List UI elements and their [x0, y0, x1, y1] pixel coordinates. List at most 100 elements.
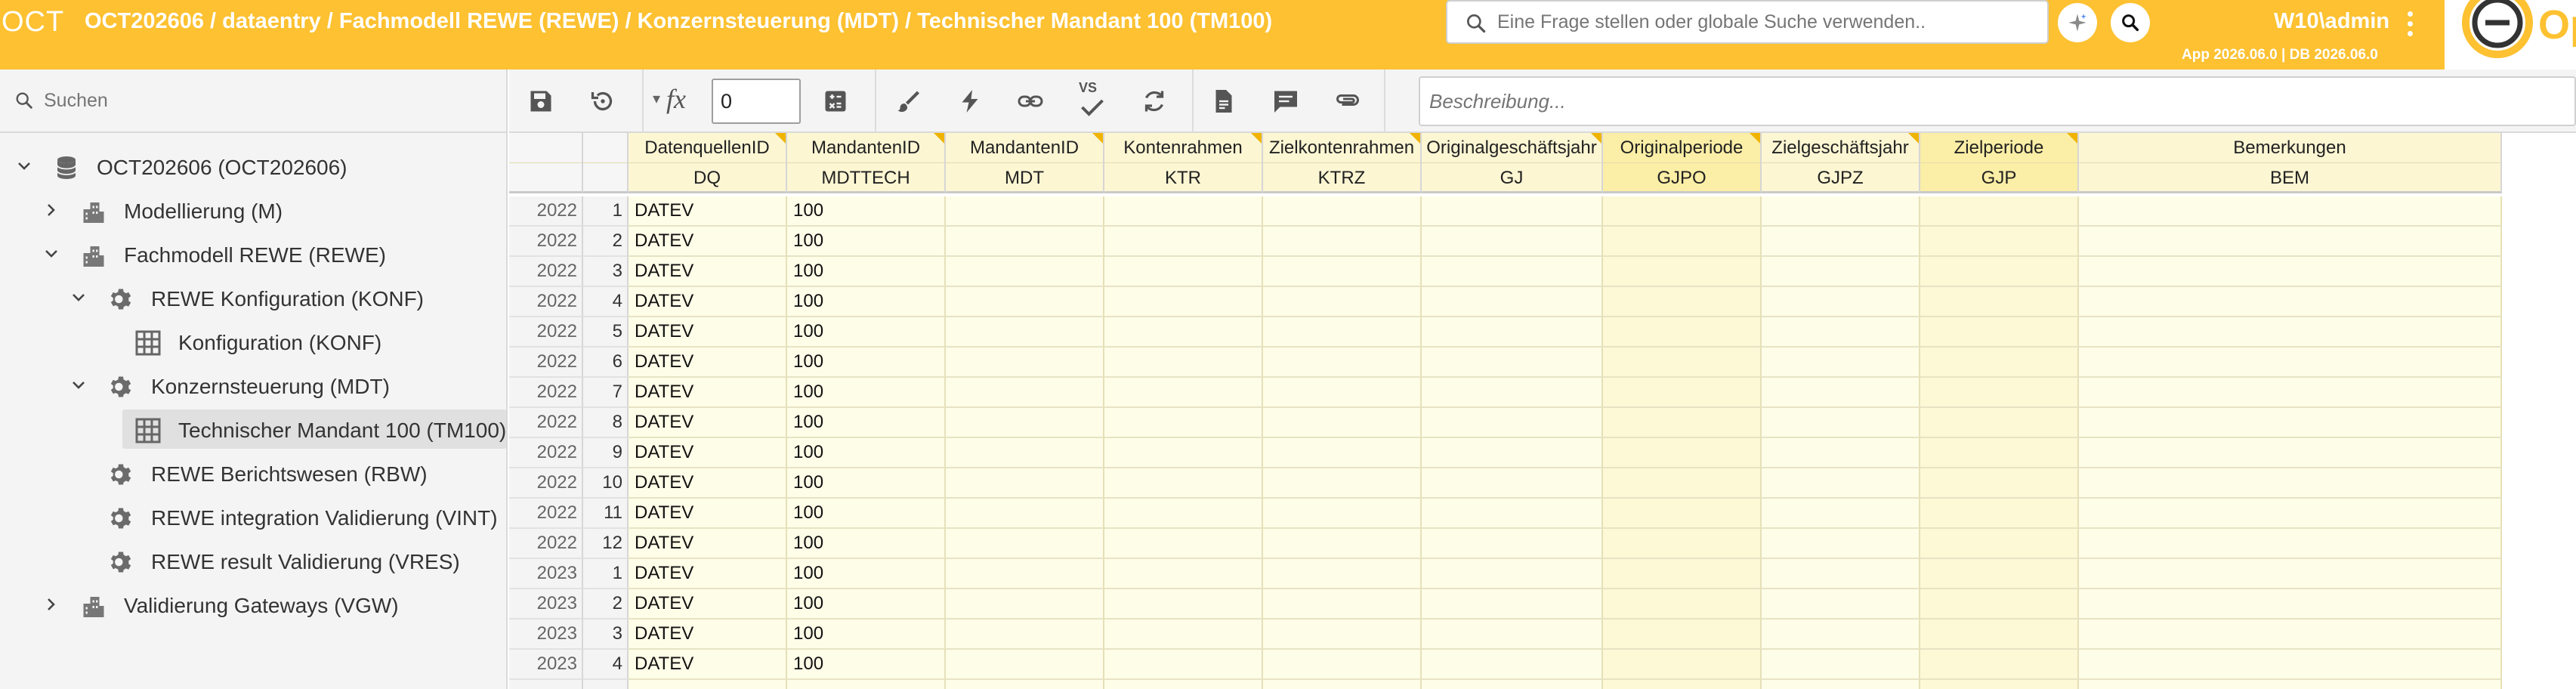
grid-cell[interactable] [1263, 196, 1422, 227]
grid-cell[interactable] [1603, 257, 1762, 287]
grid-cell[interactable] [946, 438, 1104, 468]
grid-cell[interactable] [1920, 680, 2079, 689]
grid-cell[interactable] [1104, 257, 1263, 287]
column-header[interactable]: Bemerkungen BEM [2079, 133, 2502, 193]
grid-cell[interactable] [2079, 348, 2502, 378]
grid-cell[interactable]: DATEV [629, 317, 787, 348]
app-name[interactable]: OCT [2, 6, 64, 39]
grid-cell[interactable] [1422, 438, 1603, 468]
grid-cell[interactable] [946, 227, 1104, 257]
search-button[interactable] [2111, 3, 2150, 42]
chevron-down-icon[interactable] [69, 289, 88, 307]
grid-cell[interactable] [1263, 257, 1422, 287]
sidebar-search-input[interactable] [44, 83, 482, 118]
grid-cell[interactable] [1603, 317, 1762, 348]
grid-cell[interactable] [1762, 589, 1920, 619]
grid-cell[interactable] [2079, 438, 2502, 468]
grid-cell[interactable]: 100 [787, 468, 946, 499]
grid-cell[interactable]: DATEV [629, 529, 787, 559]
grid-cell[interactable] [1603, 408, 1762, 438]
chevron-down-icon[interactable] [69, 376, 88, 394]
grid-cell[interactable] [1603, 499, 1762, 529]
grid-cell[interactable] [2079, 589, 2502, 619]
grid-cell[interactable] [1762, 227, 1920, 257]
grid-cell[interactable] [1263, 348, 1422, 378]
grid-cell[interactable] [1762, 317, 1920, 348]
grid-cell[interactable] [1104, 589, 1263, 619]
grid-cell[interactable] [1603, 196, 1762, 227]
chevron-right-icon[interactable] [42, 201, 60, 219]
grid-cell[interactable]: DATEV [629, 589, 787, 619]
period-header[interactable] [583, 133, 629, 193]
grid-cell[interactable] [946, 499, 1104, 529]
grid-cell[interactable] [1422, 468, 1603, 499]
grid-cell[interactable] [1603, 468, 1762, 499]
grid-cell[interactable]: 100 [787, 619, 946, 650]
grid-cell[interactable] [946, 317, 1104, 348]
grid-cell[interactable] [1762, 650, 1920, 680]
grid-cell[interactable]: DATEV [629, 348, 787, 378]
grid-cell[interactable] [1263, 619, 1422, 650]
grid-cell[interactable] [1104, 348, 1263, 378]
grid-cell[interactable]: 100 [787, 650, 946, 680]
grid-cell[interactable] [1762, 680, 1920, 689]
grid-cell[interactable] [1263, 650, 1422, 680]
grid-cell[interactable] [2079, 378, 2502, 408]
grid-cell[interactable] [1104, 499, 1263, 529]
grid-cell[interactable] [1104, 317, 1263, 348]
grid-cell[interactable] [1263, 468, 1422, 499]
chevron-down-icon[interactable] [42, 245, 60, 263]
column-header[interactable]: Originalperiode GJPO [1603, 133, 1762, 193]
comment-button[interactable] [1268, 83, 1304, 119]
grid-cell[interactable] [1422, 589, 1603, 619]
grid-cell[interactable] [1920, 348, 2079, 378]
column-header[interactable]: Zielkontenrahmen KTRZ [1263, 133, 1422, 193]
grid-cell[interactable]: DATEV [629, 287, 787, 317]
grid-cell[interactable] [1920, 317, 2079, 348]
grid-cell[interactable] [1263, 680, 1422, 689]
global-search[interactable] [1446, 0, 2049, 44]
grid-cell[interactable] [1603, 348, 1762, 378]
grid-cell[interactable] [1762, 468, 1920, 499]
grid-cell[interactable] [1263, 227, 1422, 257]
tree-item[interactable]: Validierung Gateways (VGW) [0, 583, 506, 626]
grid-cell[interactable]: DATEV [629, 438, 787, 468]
grid-cell[interactable] [1603, 559, 1762, 589]
brush-button[interactable] [890, 83, 926, 119]
grid-cell[interactable] [1104, 468, 1263, 499]
grid-cell[interactable] [946, 650, 1104, 680]
grid-cell[interactable]: 100 [787, 348, 946, 378]
grid-cell[interactable] [1920, 287, 2079, 317]
grid-cell[interactable] [1104, 680, 1263, 689]
grid-cell[interactable] [2079, 257, 2502, 287]
grid-cell[interactable] [1263, 378, 1422, 408]
history-button[interactable] [585, 83, 621, 119]
grid-cell[interactable]: 100 [787, 438, 946, 468]
grid-cell[interactable] [1263, 559, 1422, 589]
breadcrumb[interactable]: OCT202606 / dataentry / Fachmodell REWE … [85, 9, 1272, 34]
column-header[interactable]: MandantenID MDT [946, 133, 1104, 193]
grid-cell[interactable] [2079, 680, 2502, 689]
ai-assistant-button[interactable] [2058, 3, 2097, 42]
description-input[interactable] [1419, 76, 2576, 126]
grid-cell[interactable] [946, 619, 1104, 650]
grid-cell[interactable] [1422, 619, 1603, 650]
grid-cell[interactable] [1920, 589, 2079, 619]
grid-cell[interactable] [2079, 227, 2502, 257]
grid-cell[interactable] [1920, 378, 2079, 408]
grid-cell[interactable] [1422, 317, 1603, 348]
grid-cell[interactable] [1920, 227, 2079, 257]
grid-cell[interactable] [946, 196, 1104, 227]
grid-cell[interactable] [1104, 619, 1263, 650]
grid-cell[interactable] [1920, 619, 2079, 650]
grid-cell[interactable] [1920, 499, 2079, 529]
grid-cell[interactable]: 100 [787, 529, 946, 559]
grid-cell[interactable] [1422, 378, 1603, 408]
grid-cell[interactable] [1263, 317, 1422, 348]
grid-cell[interactable] [787, 680, 946, 689]
flash-button[interactable] [952, 83, 988, 119]
grid-cell[interactable] [1104, 438, 1263, 468]
grid-cell[interactable] [1104, 559, 1263, 589]
tree-item[interactable]: REWE Konfiguration (KONF) [0, 277, 506, 319]
grid-cell[interactable] [1263, 287, 1422, 317]
